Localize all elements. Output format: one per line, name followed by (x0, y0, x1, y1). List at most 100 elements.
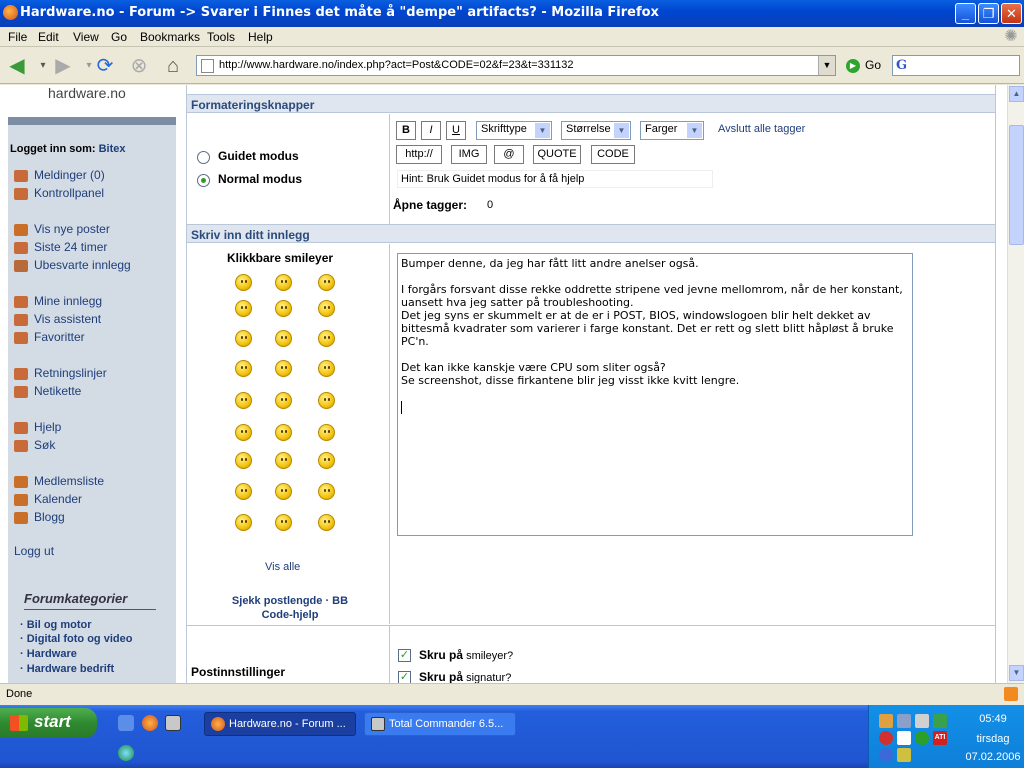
total-commander-quicklaunch-icon[interactable] (165, 715, 181, 731)
smiley-icon[interactable] (275, 360, 292, 377)
smiley-icon[interactable] (235, 274, 252, 291)
color-select[interactable]: Farger ▼ (640, 121, 704, 140)
sidebar-item-myposts[interactable]: Mine innlegg (14, 294, 102, 308)
smiley-icon[interactable] (318, 300, 335, 317)
monitor-icon[interactable] (915, 714, 929, 728)
smiley-icon[interactable] (318, 452, 335, 469)
sidebar-item-assistant[interactable]: Vis assistent (14, 312, 101, 326)
show-desktop-icon[interactable] (118, 715, 134, 731)
scroll-thumb[interactable] (1009, 125, 1024, 245)
url-field[interactable]: http://www.hardware.no/index.php?act=Pos… (196, 55, 836, 76)
sidebar-item-unanswered[interactable]: Ubesvarte innlegg (14, 258, 131, 272)
menu-file[interactable]: File (8, 30, 27, 44)
close-button[interactable]: ✕ (1001, 3, 1022, 24)
smiley-icon[interactable] (318, 360, 335, 377)
back-button[interactable]: ◀ (4, 53, 30, 79)
font-select[interactable]: Skrifttype ▼ (476, 121, 552, 140)
clock-date[interactable]: 07.02.2006 (963, 751, 1023, 763)
sidebar-item-guidelines[interactable]: Retningslinjer (14, 366, 107, 380)
rss-icon[interactable] (1004, 687, 1018, 701)
sidebar-item-search[interactable]: Søk (14, 438, 55, 452)
clock-time[interactable]: 05:49 (963, 713, 1023, 725)
sidebar-item-controlpanel[interactable]: Kontrollpanel (14, 186, 104, 200)
connection-icon[interactable] (879, 748, 893, 762)
home-button[interactable]: ⌂ (160, 53, 186, 79)
forward-button[interactable]: ▶ (50, 53, 76, 79)
category-link[interactable]: · Hardware (20, 648, 77, 660)
smiley-icon[interactable] (275, 483, 292, 500)
firefox-quicklaunch-icon[interactable] (142, 715, 158, 731)
category-link[interactable]: · Digital foto og video (20, 633, 132, 645)
username-link[interactable]: Bitex (99, 143, 126, 155)
smiley-icon[interactable] (275, 274, 292, 291)
menu-help[interactable]: Help (248, 30, 273, 44)
globe-icon[interactable] (118, 745, 134, 761)
logout-link[interactable]: Logg ut (14, 544, 54, 558)
category-link[interactable]: · Bil og motor (20, 619, 92, 631)
underline-button[interactable]: U (446, 121, 466, 140)
post-textarea[interactable]: Bumper denne, da jeg har fått litt andre… (397, 253, 913, 536)
sidebar-item-members[interactable]: Medlemsliste (14, 474, 104, 488)
size-select[interactable]: Størrelse ▼ (561, 121, 631, 140)
sidebar-item-netiquette[interactable]: Netikette (14, 384, 81, 398)
shield-icon[interactable] (879, 731, 893, 745)
smiley-icon[interactable] (275, 424, 292, 441)
security-icon[interactable] (933, 714, 947, 728)
smiley-icon[interactable] (318, 274, 335, 291)
smiley-icon[interactable] (235, 424, 252, 441)
italic-button[interactable]: I (421, 121, 441, 140)
smiley-icon[interactable] (318, 514, 335, 531)
smiley-icon[interactable] (318, 330, 335, 347)
sidebar-item-favorites[interactable]: Favoritter (14, 330, 85, 344)
smiley-icon[interactable] (275, 514, 292, 531)
go-button[interactable]: ▶ Go (846, 58, 881, 73)
sidebar-item-mail[interactable]: Meldinger (0) (14, 168, 105, 182)
smiley-icon[interactable] (318, 392, 335, 409)
menu-bookmarks[interactable]: Bookmarks (140, 30, 200, 44)
smiley-icon[interactable] (235, 330, 252, 347)
menu-edit[interactable]: Edit (38, 30, 59, 44)
ati-icon[interactable]: ATI (933, 731, 947, 745)
smiley-icon[interactable] (235, 360, 252, 377)
enable-smileys-checkbox[interactable]: ✓ (398, 649, 411, 662)
reload-button[interactable]: ⟳ (92, 53, 118, 79)
smiley-icon[interactable] (275, 330, 292, 347)
help-links[interactable]: Sjekk postlengde · BB Code-hjelp (215, 594, 365, 622)
sidebar-item-blog[interactable]: Blogg (14, 510, 65, 524)
taskbar-item-firefox[interactable]: Hardware.no - Forum ... (204, 712, 356, 736)
smiley-icon[interactable] (235, 452, 252, 469)
smiley-icon[interactable] (235, 483, 252, 500)
network-icon[interactable] (897, 714, 911, 728)
smiley-icon[interactable] (275, 452, 292, 469)
menu-view[interactable]: View (73, 30, 99, 44)
sidebar-item-clock[interactable]: Siste 24 timer (14, 240, 107, 254)
email-button[interactable]: @ (494, 145, 524, 164)
sidebar-item-help[interactable]: Hjelp (14, 420, 61, 434)
show-all-smileys-link[interactable]: Vis alle (265, 561, 300, 573)
maximize-button[interactable]: ❐ (978, 3, 999, 24)
img-button[interactable]: IMG (451, 145, 487, 164)
minimize-button[interactable]: _ (955, 3, 976, 24)
normal-mode-radio[interactable] (197, 174, 210, 187)
speaker-icon[interactable] (879, 714, 893, 728)
sidebar-item-newposts[interactable]: Vis nye poster (14, 222, 110, 236)
volume-icon[interactable] (897, 731, 911, 745)
start-button[interactable]: start (0, 708, 97, 738)
clock-day[interactable]: tirsdag (963, 733, 1023, 745)
url-dropdown-icon[interactable]: ▼ (818, 56, 835, 75)
menu-go[interactable]: Go (111, 30, 127, 44)
guided-mode-radio[interactable] (197, 151, 210, 164)
scroll-up-icon[interactable]: ▲ (1009, 86, 1024, 102)
smiley-icon[interactable] (235, 514, 252, 531)
smiley-icon[interactable] (235, 392, 252, 409)
smiley-icon[interactable] (235, 300, 252, 317)
smiley-icon[interactable] (318, 424, 335, 441)
smiley-icon[interactable] (318, 483, 335, 500)
close-all-tags-link[interactable]: Avslutt alle tagger (718, 123, 805, 135)
page-scrollbar[interactable]: ▲ ▼ (1007, 85, 1024, 683)
stop-button[interactable]: ⊗ (126, 53, 152, 79)
smiley-icon[interactable] (275, 392, 292, 409)
scroll-down-icon[interactable]: ▼ (1009, 665, 1024, 681)
url-button[interactable]: http:// (396, 145, 442, 164)
sidebar-item-calendar[interactable]: Kalender (14, 492, 82, 506)
